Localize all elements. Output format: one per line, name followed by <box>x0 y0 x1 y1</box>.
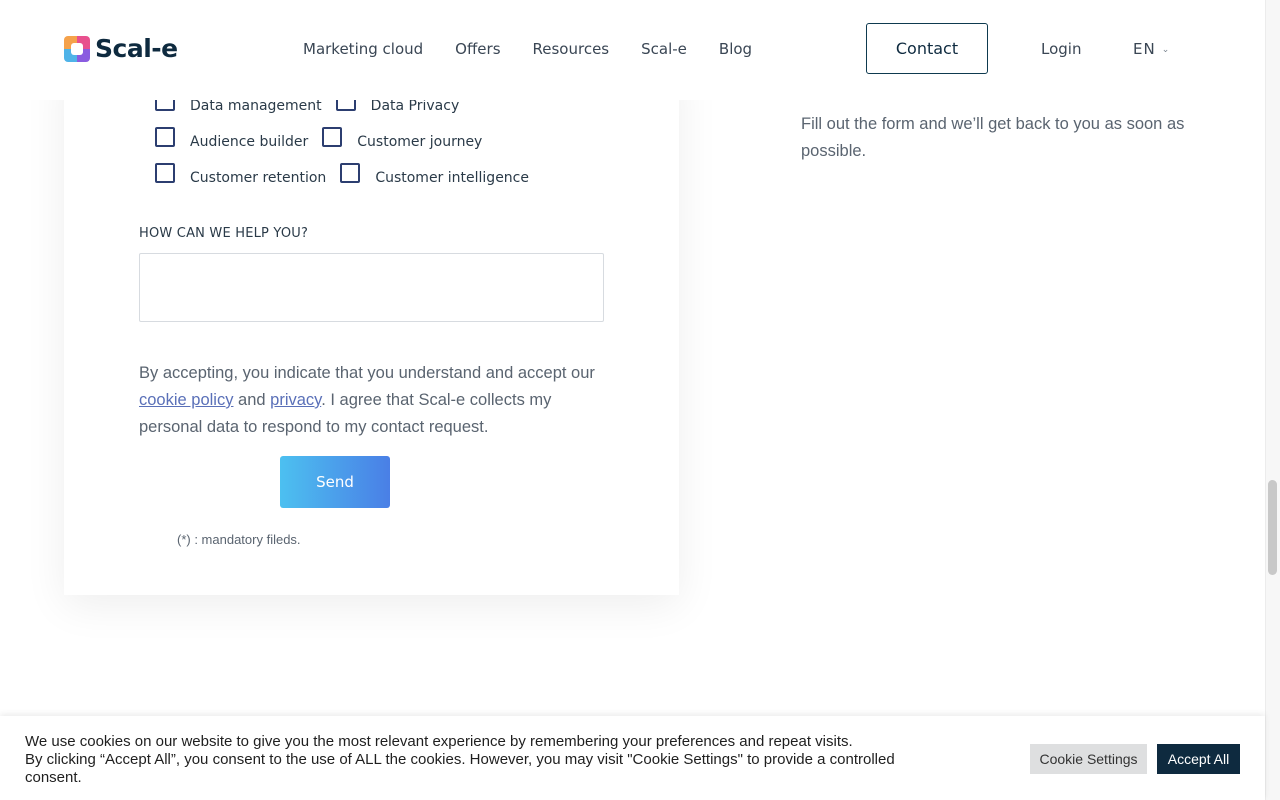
checkbox-box[interactable] <box>340 163 361 183</box>
cookie-settings-button[interactable]: Cookie Settings <box>1030 744 1147 774</box>
logo-text: Scal-e <box>95 34 178 63</box>
checkbox-row: Audience builder Customer journey <box>155 124 543 160</box>
checkbox-label: Customer journey <box>357 134 483 150</box>
checkbox-label: Audience builder <box>190 134 309 150</box>
site-header: Scal-e Marketing cloud Offers Resources … <box>0 0 1250 100</box>
cookie-text-line1: We use cookies on our website to give yo… <box>25 733 853 750</box>
checkbox-box[interactable] <box>155 127 175 147</box>
checkbox-label: Data Privacy <box>370 98 460 114</box>
login-link[interactable]: Login <box>1041 40 1081 58</box>
main-nav: Marketing cloud Offers Resources Scal-e … <box>303 40 784 58</box>
help-textarea[interactable] <box>139 253 604 322</box>
checkbox-box[interactable] <box>322 127 343 147</box>
help-field-label: HOW CAN WE HELP YOU? <box>139 226 309 241</box>
cookie-banner-text: We use cookies on our website to give yo… <box>25 733 905 787</box>
logo[interactable]: Scal-e <box>64 34 178 63</box>
cookie-text-line2: By clicking “Accept All”, you consent to… <box>25 751 895 786</box>
checkbox-label: Data management <box>190 98 322 114</box>
nav-item-scal-e[interactable]: Scal-e <box>641 40 687 58</box>
scrollbar-track[interactable] <box>1265 0 1280 800</box>
contact-form-card: Data management Data Privacy Audience bu… <box>64 60 679 595</box>
consent-text-start: By accepting, you indicate that you unde… <box>139 364 595 382</box>
contact-button[interactable]: Contact <box>866 23 988 74</box>
privacy-link[interactable]: privacy <box>270 391 321 409</box>
cookie-policy-link[interactable]: cookie policy <box>139 391 233 409</box>
intro-text: Fill out the form and we’ll get back to … <box>801 115 1185 160</box>
interest-checkboxes: Data management Data Privacy Audience bu… <box>155 88 543 196</box>
checkbox-row: Customer retention Customer intelligence <box>155 160 543 196</box>
mandatory-note: (*) : mandatory fileds. <box>177 532 301 547</box>
language-selector[interactable]: EN ⌄ <box>1133 40 1170 58</box>
checkbox-customer-retention[interactable]: Customer retention <box>155 163 327 188</box>
nav-item-marketing-cloud[interactable]: Marketing cloud <box>303 40 423 58</box>
checkbox-label: Customer intelligence <box>375 170 529 186</box>
consent-text-and: and <box>233 391 271 409</box>
checkbox-customer-intelligence[interactable]: Customer intelligence <box>340 163 529 188</box>
nav-item-blog[interactable]: Blog <box>719 40 752 58</box>
scrollbar-thumb[interactable] <box>1268 480 1277 575</box>
checkbox-label: Customer retention <box>190 170 327 186</box>
checkbox-box[interactable] <box>155 163 175 183</box>
accept-all-button[interactable]: Accept All <box>1157 744 1240 774</box>
cookie-banner: We use cookies on our website to give yo… <box>0 716 1265 800</box>
language-label: EN <box>1133 40 1156 58</box>
send-button[interactable]: Send <box>280 456 390 508</box>
checkbox-customer-journey[interactable]: Customer journey <box>322 127 483 152</box>
consent-text: By accepting, you indicate that you unde… <box>139 360 619 441</box>
logo-icon <box>64 35 90 62</box>
chevron-down-icon: ⌄ <box>1161 45 1171 55</box>
nav-item-resources[interactable]: Resources <box>533 40 610 58</box>
nav-item-offers[interactable]: Offers <box>455 40 500 58</box>
checkbox-audience-builder[interactable]: Audience builder <box>155 127 309 152</box>
